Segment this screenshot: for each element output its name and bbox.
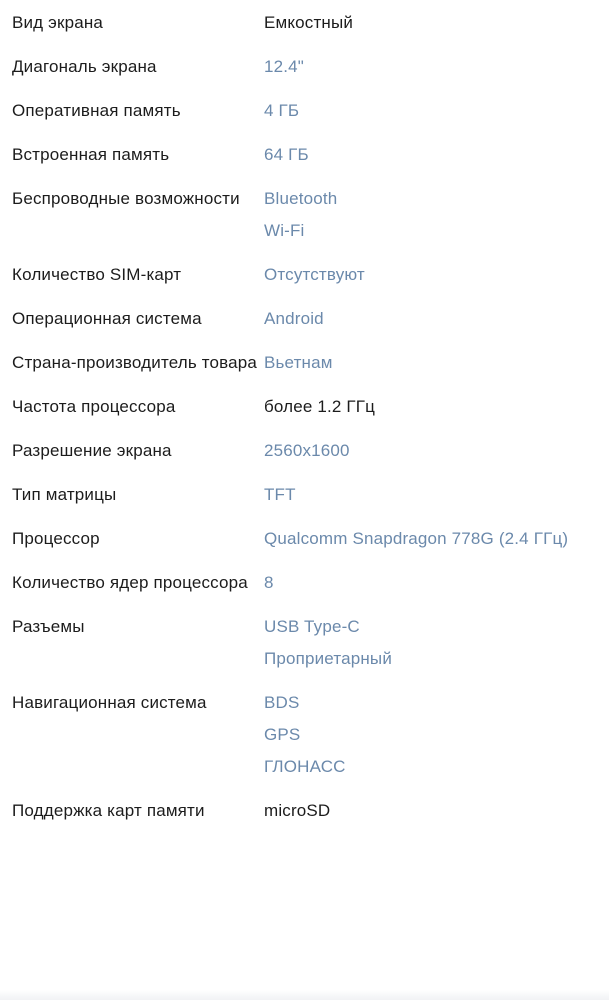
spec-label: Количество SIM-карт: [12, 265, 182, 284]
spec-label: Количество ядер процессора: [12, 573, 248, 592]
bottom-edge-band: [0, 990, 609, 1000]
spec-value-link[interactable]: Проприетарный: [264, 643, 597, 675]
spec-row: Поддержка карт памяти microSD: [0, 795, 609, 827]
spec-value-link[interactable]: Wi-Fi: [264, 215, 597, 247]
spec-value-link[interactable]: 4 ГБ: [264, 95, 597, 127]
spec-label: Разрешение экрана: [12, 441, 172, 460]
spec-row: Разрешение экрана 2560x1600: [0, 435, 609, 467]
spec-value-group: Android: [264, 303, 597, 335]
spec-value-link[interactable]: Вьетнам: [264, 347, 597, 379]
spec-row: Количество ядер процессора 8: [0, 567, 609, 599]
spec-value-link[interactable]: ГЛОНАСС: [264, 751, 597, 783]
spec-value-group: 2560x1600: [264, 435, 597, 467]
spec-value-group: TFT: [264, 479, 597, 511]
spec-label: Операционная система: [12, 309, 202, 328]
spec-label: Частота процессора: [12, 397, 176, 416]
spec-label: Беспроводные возможности: [12, 189, 240, 208]
spec-row: Страна-производитель товара Вьетнам: [0, 347, 609, 379]
spec-value-group: USB Type-C Проприетарный: [264, 611, 597, 675]
spec-row: Разъемы USB Type-C Проприетарный: [0, 611, 609, 675]
spec-row: Вид экрана Емкостный: [0, 7, 609, 39]
spec-label: Процессор: [12, 529, 100, 548]
spec-row: Встроенная память 64 ГБ: [0, 139, 609, 171]
spec-row: Диагональ экрана 12.4": [0, 51, 609, 83]
spec-value-link[interactable]: 12.4": [264, 51, 597, 83]
spec-label: Навигационная система: [12, 693, 207, 712]
spec-row: Частота процессора более 1.2 ГГц: [0, 391, 609, 423]
spec-value-group: 4 ГБ: [264, 95, 597, 127]
spec-value-link[interactable]: TFT: [264, 479, 597, 511]
spec-value-text: Емкостный: [264, 13, 354, 32]
spec-value-link[interactable]: 2560x1600: [264, 435, 597, 467]
spec-value-link[interactable]: GPS: [264, 719, 597, 751]
spec-value-group: 8: [264, 567, 597, 599]
spec-label: Страна-производитель товара: [12, 353, 258, 372]
spec-value-link[interactable]: Отсутствуют: [264, 259, 597, 291]
spec-value-text: более 1.2 ГГц: [264, 397, 376, 416]
spec-value-group: Емкостный: [264, 7, 597, 39]
spec-label: Оперативная память: [12, 101, 181, 120]
spec-row: Процессор Qualcomm Snapdragon 778G (2.4 Г…: [0, 523, 609, 555]
spec-row: Количество SIM-карт Отсутствуют: [0, 259, 609, 291]
spec-row: Оперативная память 4 ГБ: [0, 95, 609, 127]
spec-value-link[interactable]: 64 ГБ: [264, 139, 597, 171]
spec-value-group: Bluetooth Wi-Fi: [264, 183, 597, 247]
spec-value-group: Отсутствуют: [264, 259, 597, 291]
spec-value-group: 64 ГБ: [264, 139, 597, 171]
spec-value-group: более 1.2 ГГц: [264, 391, 597, 423]
spec-value-link[interactable]: Bluetooth: [264, 183, 597, 215]
spec-label: Диагональ экрана: [12, 57, 157, 76]
spec-value-link[interactable]: BDS: [264, 687, 597, 719]
spec-row: Беспроводные возможности Bluetooth Wi-Fi: [0, 183, 609, 247]
spec-value-link[interactable]: 8: [264, 567, 597, 599]
spec-label: Тип матрицы: [12, 485, 117, 504]
spec-value-group: Qualcomm Snapdragon 778G (2.4 ГГц): [264, 523, 597, 555]
spec-value-group: Вьетнам: [264, 347, 597, 379]
spec-label: Разъемы: [12, 617, 85, 636]
spec-value-group: 12.4": [264, 51, 597, 83]
spec-row: Навигационная система BDS GPS ГЛОНАСС: [0, 687, 609, 783]
spec-value-link[interactable]: Android: [264, 303, 597, 335]
spec-label: Встроенная память: [12, 145, 170, 164]
spec-label: Поддержка карт памяти: [12, 801, 205, 820]
spec-label: Вид экрана: [12, 13, 104, 32]
spec-value-link[interactable]: Qualcomm Snapdragon 778G (2.4 ГГц): [264, 523, 597, 555]
spec-value-group: microSD: [264, 795, 597, 827]
spec-row: Тип матрицы TFT: [0, 479, 609, 511]
specifications-table: Вид экрана Емкостный Диагональ экрана 12.4"…: [0, 0, 609, 839]
spec-row: Операционная система Android: [0, 303, 609, 335]
spec-value-group: BDS GPS ГЛОНАСС: [264, 687, 597, 783]
spec-value-text: microSD: [264, 801, 331, 820]
spec-value-link[interactable]: USB Type-C: [264, 611, 597, 643]
